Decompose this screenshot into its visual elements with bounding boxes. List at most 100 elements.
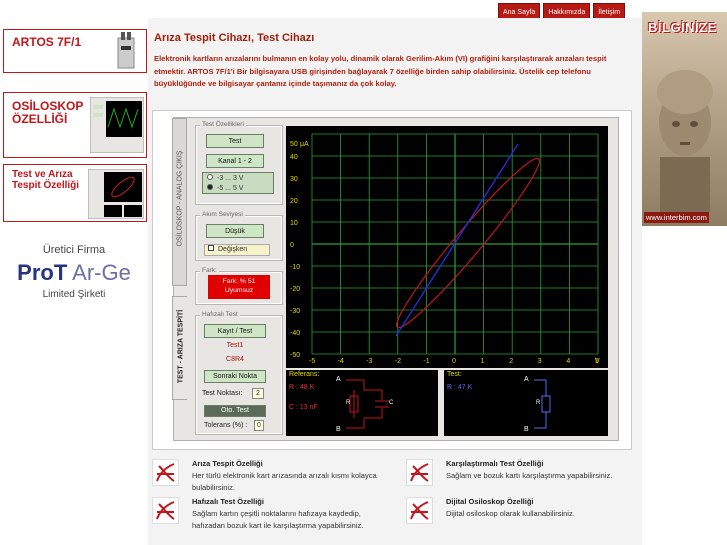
x-tick-label: -1 bbox=[423, 358, 429, 365]
range-radio-2[interactable]: -5 ... 5 V bbox=[207, 184, 243, 192]
sidebar-product-oscilloscope[interactable]: OSİLOSKOP ÖZELLİĞİ bbox=[3, 92, 147, 158]
banner-url: www.interbim.com bbox=[644, 212, 709, 223]
test-point-input[interactable]: 2 bbox=[252, 388, 264, 399]
auto-test-button[interactable]: Oto. Test bbox=[204, 405, 266, 417]
y-tick-label: -30 bbox=[290, 308, 300, 315]
x-tick-label: 0 bbox=[452, 358, 456, 365]
checkbox-icon bbox=[208, 245, 214, 251]
y-tick-label: 50 bbox=[290, 141, 298, 148]
pdf-icon[interactable] bbox=[152, 497, 179, 524]
feature-comparative-title[interactable]: Karşılaştırmalı Test Özelliği bbox=[446, 459, 543, 468]
y-tick-label: 10 bbox=[290, 220, 298, 227]
y-tick-label: 30 bbox=[290, 176, 298, 183]
diff-group-title: Fark: bbox=[200, 267, 219, 274]
statue-head-image bbox=[657, 70, 713, 212]
feature-oscilloscope-desc: Dijital osiloskop olarak kullanabilirsin… bbox=[446, 509, 575, 518]
test-panel-title: Test: bbox=[447, 371, 462, 378]
range-selector: -3 ... 3 V -5 ... 5 V bbox=[202, 172, 274, 194]
x-axis-unit: V bbox=[595, 358, 600, 365]
range-radio-1[interactable]: -3 ... 3 V bbox=[207, 174, 243, 182]
feature-memory-title[interactable]: Hafızalı Test Özelliği bbox=[192, 497, 264, 506]
diff-indicator: Fark: % 51 Uyumsuz bbox=[208, 275, 270, 299]
reference-r-value: R : 48 K bbox=[289, 384, 315, 391]
variable-label: Değişken bbox=[218, 246, 248, 253]
low-current-button[interactable]: Düşük bbox=[206, 224, 264, 238]
y-tick-label: -20 bbox=[290, 286, 300, 293]
test-node-a: A bbox=[524, 376, 529, 383]
page-title: Arıza Tespit Cihazı, Test Cihazı bbox=[154, 32, 315, 44]
channel-button[interactable]: Kanal 1 - 2 bbox=[206, 154, 264, 168]
diff-status: Uyumsuz bbox=[224, 287, 254, 294]
feature-fault-detection-title[interactable]: Arıza Tespit Özelliği bbox=[192, 459, 263, 468]
y-tick-label: 40 bbox=[290, 154, 298, 161]
main-content: Arıza Tespit Cihazı, Test Cihazı Elektro… bbox=[148, 18, 642, 545]
sidebar-product-artos[interactable]: ARTOS 7F/1 bbox=[3, 29, 147, 73]
test-button[interactable]: Test bbox=[206, 134, 264, 148]
reference-panel: Referans: R : 48 K C : 13 nF A B R C bbox=[286, 370, 438, 436]
manufacturer-bottom: Limited Şirketi bbox=[42, 289, 106, 300]
right-banner[interactable]: BİLGİNİZE www.interbim.com bbox=[642, 12, 727, 226]
sidebar-product-oscilloscope-label: OSİLOSKOP ÖZELLİĞİ bbox=[12, 99, 84, 126]
app-frame: OSİLOSKOP - ANALOG ÇIKIŞ TEST - ARIZA TE… bbox=[152, 110, 632, 450]
tolerance-input[interactable]: 0 bbox=[254, 420, 264, 431]
x-tick-label: -5 bbox=[309, 358, 315, 365]
brand-arge: Ar-Ge bbox=[67, 260, 131, 285]
y-tick-label: -50 bbox=[290, 352, 300, 359]
y-tick-label: 20 bbox=[290, 198, 298, 205]
memory-group-title: Hafızalı Test bbox=[200, 311, 240, 318]
test-group-title: Test Özellikleri bbox=[200, 121, 246, 128]
tab-oscilloscope[interactable]: OSİLOSKOP - ANALOG ÇIKIŞ bbox=[172, 118, 187, 286]
diff-percent: Fark: % 51 bbox=[222, 278, 256, 285]
test-thumbnail bbox=[88, 169, 144, 219]
y-tick-label: -40 bbox=[290, 330, 300, 337]
y-axis-unit: μA bbox=[300, 141, 309, 148]
test-r-symbol: R bbox=[536, 400, 541, 406]
tab-test[interactable]: TEST - ARIZA TESPİTİ bbox=[172, 296, 187, 400]
variable-checkbox[interactable]: Değişken bbox=[204, 244, 270, 256]
test-point-label: Test Noktası: bbox=[202, 390, 243, 397]
memory-test-code: C8R4 bbox=[226, 356, 244, 363]
y-tick-label: -10 bbox=[290, 264, 300, 271]
pdf-icon[interactable] bbox=[406, 497, 433, 524]
reference-c-symbol: C bbox=[389, 400, 394, 406]
feature-fault-detection-desc: Her türlü elektronik kart arızasında arı… bbox=[192, 471, 377, 492]
pdf-icon[interactable] bbox=[406, 459, 433, 486]
device-image bbox=[117, 32, 135, 69]
record-test-button[interactable]: Kayıt / Test bbox=[204, 324, 266, 338]
radio-icon bbox=[207, 174, 213, 180]
feature-comparative-desc: Sağlam ve bozuk kartı karşılaştırma yapa… bbox=[446, 471, 613, 480]
x-tick-label: -3 bbox=[366, 358, 372, 365]
banner-title: BİLGİNİZE bbox=[648, 20, 717, 35]
vi-plot: -5 -4 -3 -2 -1 0 1 2 3 4 550403020100-10-20-30-40-… bbox=[286, 126, 608, 368]
x-tick-label: 1 bbox=[481, 358, 485, 365]
reference-node-a: A bbox=[336, 376, 341, 383]
page-intro: Elektronik kartların arızalarını bulmanı… bbox=[154, 54, 607, 89]
x-tick-label: -2 bbox=[395, 358, 401, 365]
radio-selected-icon bbox=[207, 184, 213, 190]
manufacturer-logo[interactable]: ProT Ar-Ge bbox=[0, 260, 148, 286]
test-node-b: B bbox=[524, 426, 529, 433]
test-r-value: R : 47 K bbox=[447, 384, 473, 391]
oscilloscope-thumbnail bbox=[90, 97, 144, 153]
sidebar-product-artos-label: ARTOS 7F/1 bbox=[12, 35, 82, 49]
current-group-title: Akım Seviyesi bbox=[200, 211, 245, 218]
range-label-2: -5 ... 5 V bbox=[217, 185, 244, 192]
memory-test-name: Test1 bbox=[226, 342, 244, 349]
range-label-1: -3 ... 3 V bbox=[217, 175, 244, 182]
tab-test-label: TEST - ARIZA TESPİTİ bbox=[177, 309, 185, 384]
tab-oscilloscope-label: OSİLOSKOP - ANALOG ÇIKIŞ bbox=[176, 150, 184, 247]
reference-c-value: C : 13 nF bbox=[289, 404, 318, 411]
app-window: OSİLOSKOP - ANALOG ÇIKIŞ TEST - ARIZA TE… bbox=[172, 117, 619, 441]
sidebar-product-test[interactable]: Test ve Arıza Tespit Özelliği bbox=[3, 164, 147, 222]
manufacturer-top: Üretici Firma bbox=[42, 244, 106, 256]
x-tick-label: 2 bbox=[509, 358, 513, 365]
feature-oscilloscope-title[interactable]: Dijital Osiloskop Özelliği bbox=[446, 497, 534, 506]
reference-r-symbol: R bbox=[346, 400, 351, 406]
next-point-button[interactable]: Sonraki Nokta bbox=[204, 370, 266, 383]
reference-node-b: B bbox=[336, 426, 341, 433]
sidebar-product-test-label: Test ve Arıza Tespit Özelliği bbox=[12, 169, 80, 191]
pdf-icon[interactable] bbox=[152, 459, 179, 486]
x-tick-label: 4 bbox=[566, 358, 570, 365]
feature-memory-desc: Sağlam kartın çeşitli noktalarını hafıza… bbox=[192, 509, 364, 530]
x-tick-label: -4 bbox=[338, 358, 344, 365]
